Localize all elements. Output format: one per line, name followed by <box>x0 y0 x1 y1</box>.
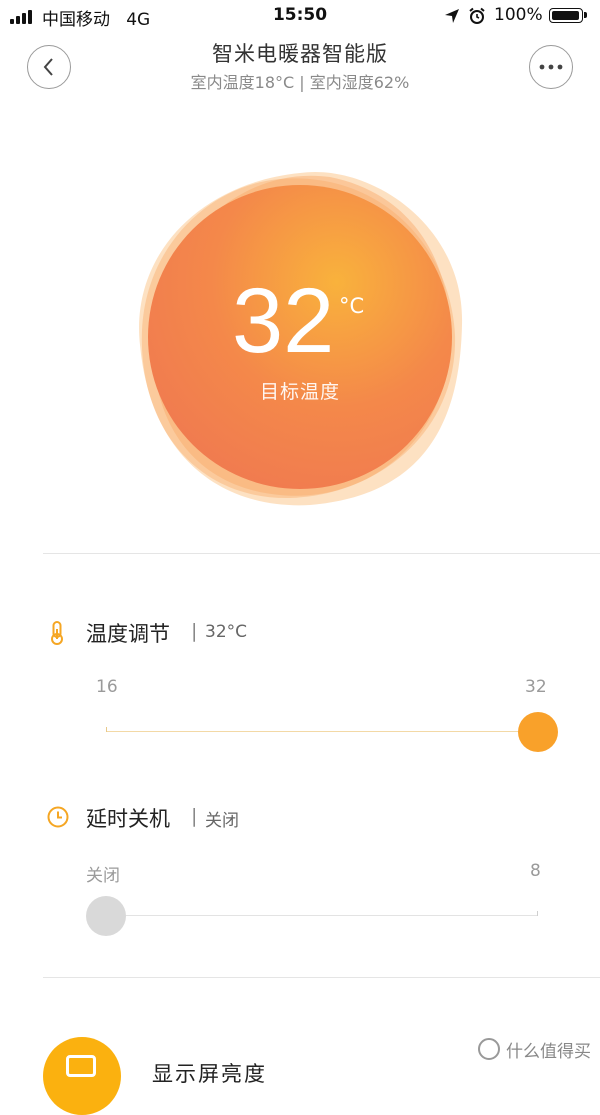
more-dots-icon <box>539 64 563 70</box>
battery-icon <box>549 8 583 23</box>
temperature-track-start-tick <box>106 727 107 732</box>
target-temperature-caption: 目标温度 <box>259 381 340 403</box>
more-button[interactable] <box>529 45 573 89</box>
divider-bottom <box>43 977 600 978</box>
temperature-current-value: 32°C <box>205 622 248 642</box>
target-temperature-value: 32 <box>232 270 335 372</box>
battery-tip <box>584 12 587 18</box>
temperature-unit: °C <box>339 294 365 318</box>
timer-separator: | <box>191 805 198 827</box>
room-status: 室内温度18°C | 室内湿度62% <box>190 73 410 92</box>
watermark-logo-icon <box>478 1038 500 1060</box>
status-bar: 中国移动 4G 15:50 100% <box>0 0 600 34</box>
alarm-icon <box>469 7 485 24</box>
location-arrow-icon <box>445 9 459 23</box>
temperature-min-label: 16 <box>96 677 118 697</box>
clock-icon <box>47 806 69 828</box>
temperature-section-title: 温度调节 <box>86 622 170 646</box>
temperature-separator: | <box>191 620 198 642</box>
temperature-max-label: 32 <box>525 677 547 697</box>
timer-track-end-tick <box>537 911 538 916</box>
display-icon <box>66 1055 96 1077</box>
temperature-slider-thumb[interactable] <box>518 712 558 752</box>
timer-max-label: 8 <box>530 861 541 881</box>
battery-percent: 100% <box>494 5 543 25</box>
display-brightness-label: 显示屏亮度 <box>152 1062 267 1086</box>
temperature-slider-track[interactable] <box>106 731 538 732</box>
battery-fill <box>552 11 579 20</box>
timer-min-label: 关闭 <box>86 866 120 886</box>
page-title: 智米电暖器智能版 <box>212 42 388 66</box>
timer-current-value: 关闭 <box>205 811 239 831</box>
divider-top <box>43 553 600 554</box>
watermark-text: 什么值得买 <box>506 1042 591 1062</box>
timer-section-title: 延时关机 <box>86 807 170 831</box>
timer-slider-thumb[interactable] <box>86 896 126 936</box>
thermometer-icon <box>51 621 63 645</box>
timer-slider-track[interactable] <box>106 915 538 916</box>
